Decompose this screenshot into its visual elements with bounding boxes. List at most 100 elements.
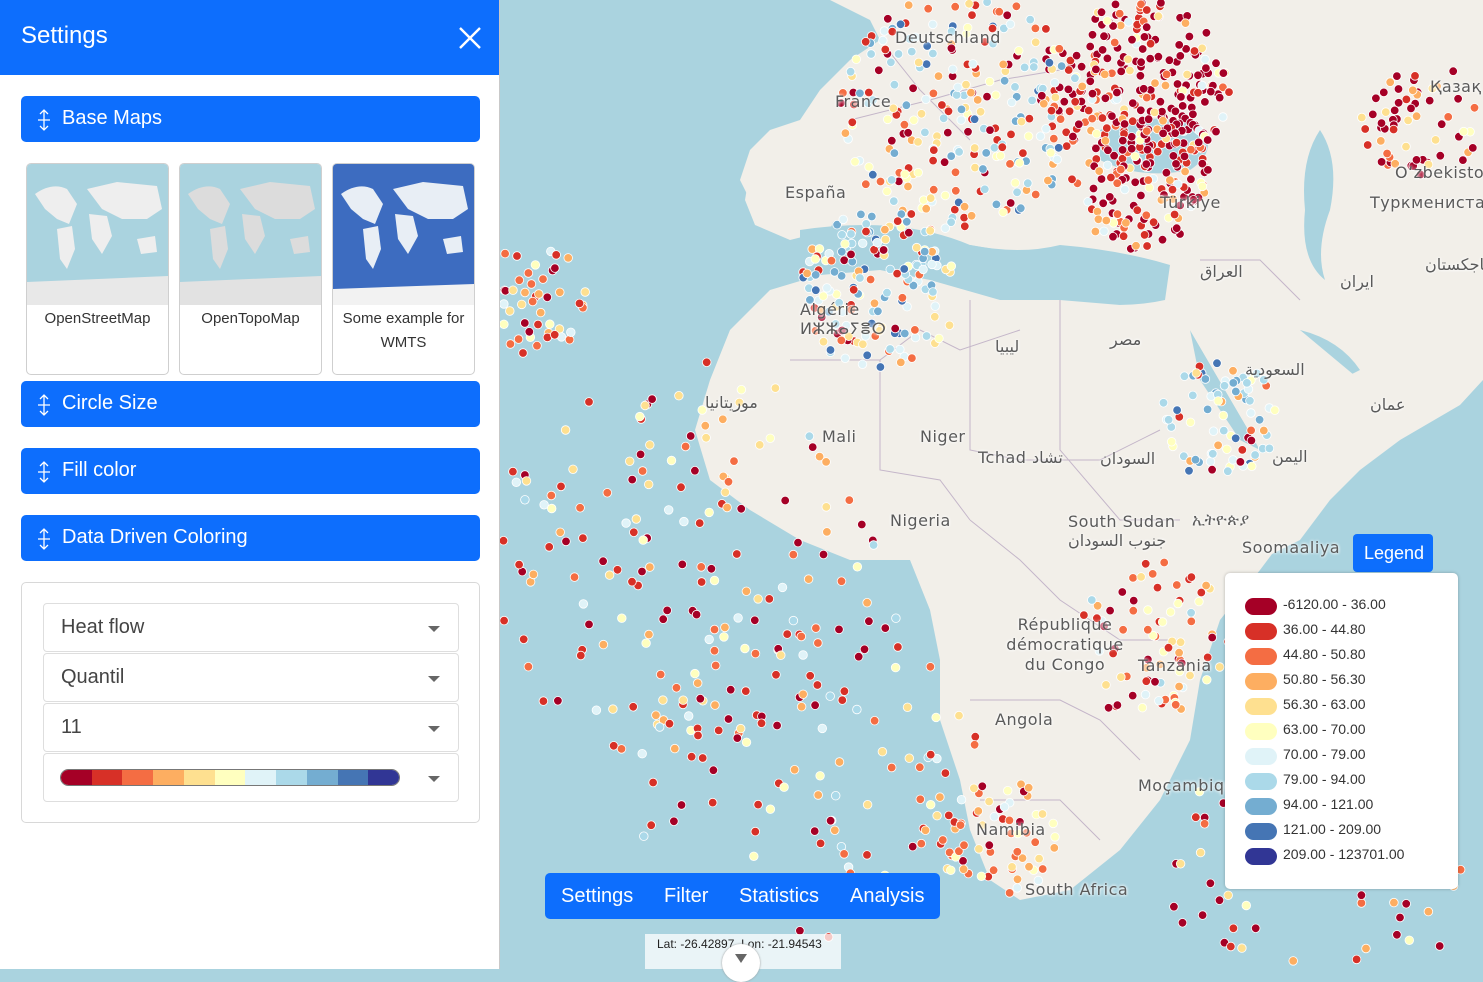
heat-flow-point[interactable] [861, 179, 871, 189]
heat-flow-point[interactable] [1029, 62, 1039, 72]
heat-flow-point[interactable] [694, 518, 705, 528]
heat-flow-point[interactable] [864, 616, 874, 626]
heat-flow-point[interactable] [755, 440, 765, 450]
heat-flow-point[interactable] [1055, 114, 1066, 124]
heat-flow-point[interactable] [960, 221, 970, 232]
heat-flow-point[interactable] [1118, 231, 1129, 241]
heat-flow-point[interactable] [640, 400, 650, 411]
heat-flow-point[interactable] [811, 623, 821, 633]
heat-flow-point[interactable] [812, 680, 823, 690]
heat-flow-point[interactable] [822, 527, 832, 537]
heat-flow-point[interactable] [910, 325, 920, 335]
heat-flow-point[interactable] [1101, 680, 1111, 690]
heat-flow-point[interactable] [930, 312, 940, 322]
heat-flow-point[interactable] [696, 562, 706, 572]
heat-flow-point[interactable] [798, 650, 808, 660]
heat-flow-point[interactable] [1160, 80, 1171, 91]
heat-flow-point[interactable] [811, 285, 821, 295]
heat-flow-point[interactable] [1161, 69, 1172, 80]
heat-flow-point[interactable] [764, 594, 775, 604]
heat-flow-point[interactable] [1245, 396, 1255, 406]
heat-flow-point[interactable] [931, 712, 941, 723]
heat-flow-point[interactable] [1194, 137, 1204, 148]
heat-flow-point[interactable] [878, 245, 889, 255]
heat-flow-point[interactable] [1152, 582, 1163, 593]
heat-flow-point[interactable] [520, 318, 530, 328]
heat-flow-point[interactable] [1173, 598, 1183, 609]
heat-flow-point[interactable] [1031, 189, 1041, 200]
heat-flow-point[interactable] [1203, 165, 1213, 175]
heat-flow-point[interactable] [1088, 183, 1099, 194]
heat-flow-point[interactable] [998, 59, 1008, 70]
heat-flow-point[interactable] [1110, 0, 1121, 10]
heat-flow-point[interactable] [1175, 51, 1186, 61]
heat-flow-point[interactable] [844, 495, 855, 505]
heat-flow-point[interactable] [880, 224, 890, 235]
heat-flow-point[interactable] [964, 0, 974, 9]
heat-flow-point[interactable] [1235, 457, 1246, 467]
heat-flow-point[interactable] [1224, 87, 1234, 97]
heat-flow-point[interactable] [1024, 862, 1034, 872]
heat-flow-point[interactable] [690, 466, 700, 476]
heat-flow-point[interactable] [1087, 30, 1098, 40]
heat-flow-point[interactable] [959, 201, 970, 212]
heat-flow-point[interactable] [735, 723, 746, 734]
heat-flow-point[interactable] [915, 762, 925, 772]
heat-flow-point[interactable] [1246, 425, 1256, 436]
heat-flow-point[interactable] [1117, 145, 1128, 155]
heat-flow-point[interactable] [1188, 390, 1198, 401]
heat-flow-point[interactable] [838, 214, 848, 225]
heat-flow-point[interactable] [973, 95, 983, 105]
heat-flow-point[interactable] [500, 319, 509, 329]
heat-flow-point[interactable] [1459, 126, 1469, 137]
heat-flow-point[interactable] [849, 285, 859, 295]
heat-flow-point[interactable] [511, 477, 521, 488]
heat-flow-point[interactable] [708, 765, 719, 775]
heat-flow-point[interactable] [736, 504, 746, 514]
heat-flow-point[interactable] [788, 549, 799, 560]
heat-flow-point[interactable] [710, 700, 720, 710]
heat-flow-point[interactable] [1393, 98, 1404, 108]
heat-flow-point[interactable] [875, 176, 886, 187]
heat-flow-point[interactable] [1117, 587, 1128, 597]
heat-flow-point[interactable] [883, 114, 893, 125]
heat-flow-point[interactable] [753, 799, 763, 810]
heat-flow-point[interactable] [1193, 70, 1203, 81]
heat-flow-point[interactable] [1014, 158, 1025, 168]
heat-flow-point[interactable] [1179, 151, 1190, 162]
heat-flow-point[interactable] [802, 268, 812, 279]
heat-flow-point[interactable] [1012, 187, 1022, 198]
heat-flow-point[interactable] [954, 147, 964, 157]
heat-flow-point[interactable] [1128, 690, 1138, 701]
heat-flow-point[interactable] [1077, 81, 1087, 92]
heat-flow-point[interactable] [825, 691, 835, 701]
heat-flow-point[interactable] [950, 167, 961, 178]
heat-flow-point[interactable] [1140, 689, 1151, 700]
heat-flow-point[interactable] [1153, 146, 1163, 157]
heat-flow-point[interactable] [720, 487, 731, 498]
heat-flow-point[interactable] [1392, 930, 1402, 940]
heat-flow-point[interactable] [576, 650, 586, 661]
heat-flow-point[interactable] [969, 783, 979, 794]
heat-flow-point[interactable] [598, 639, 609, 650]
heat-flow-point[interactable] [1027, 95, 1037, 106]
heat-flow-point[interactable] [999, 802, 1010, 812]
heat-flow-point[interactable] [1218, 410, 1229, 421]
heat-flow-point[interactable] [1219, 381, 1230, 391]
heat-flow-point[interactable] [939, 157, 950, 167]
heat-flow-point[interactable] [885, 344, 895, 354]
heat-flow-point[interactable] [951, 186, 961, 196]
heat-flow-point[interactable] [648, 777, 658, 788]
heat-flow-point[interactable] [526, 279, 537, 289]
heat-flow-point[interactable] [880, 234, 891, 245]
heat-flow-point[interactable] [934, 333, 944, 344]
heat-flow-point[interactable] [810, 254, 821, 264]
heat-flow-point[interactable] [887, 135, 897, 146]
heat-flow-point[interactable] [534, 289, 544, 299]
heat-flow-point[interactable] [930, 301, 940, 311]
heat-flow-point[interactable] [1067, 174, 1077, 185]
heat-flow-point[interactable] [803, 574, 814, 584]
heat-flow-point[interactable] [1231, 433, 1241, 444]
heat-flow-point[interactable] [1357, 112, 1367, 123]
heat-flow-point[interactable] [940, 768, 951, 778]
